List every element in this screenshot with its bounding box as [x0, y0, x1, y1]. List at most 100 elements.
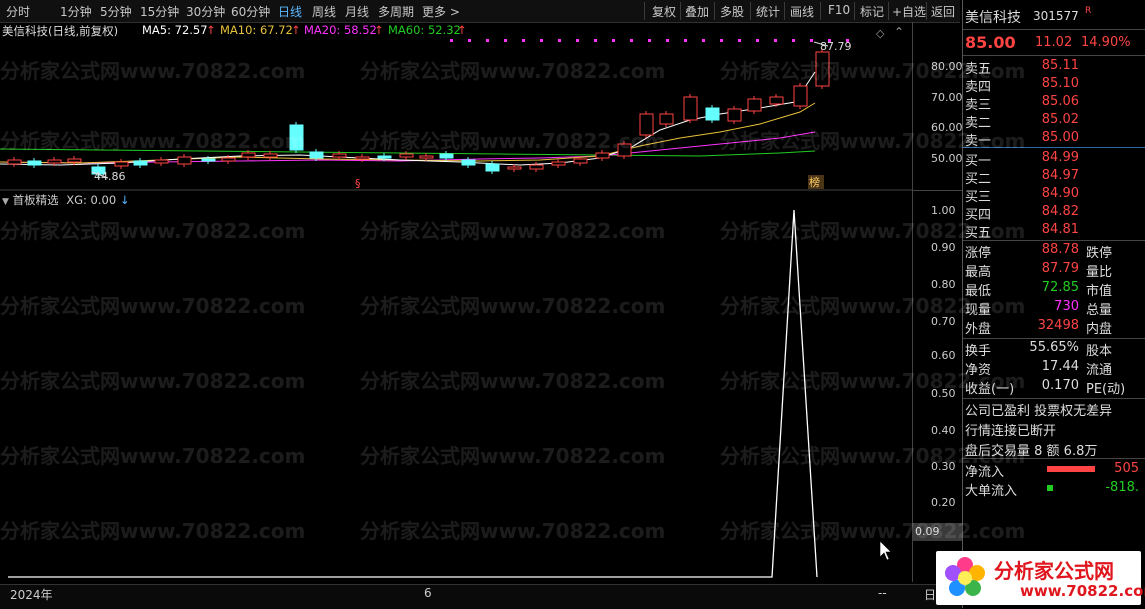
toolbar-divider — [714, 2, 715, 20]
candle-body — [769, 96, 784, 105]
candle-body — [439, 153, 454, 159]
ask-row[interactable]: 卖二 85.02 — [965, 112, 1141, 131]
candle-body — [7, 159, 22, 165]
fin-value: 55.65% — [1029, 340, 1079, 355]
flow-value: -818. — [1105, 480, 1139, 495]
bid-row[interactable]: 买五 84.81 — [965, 222, 1141, 241]
back-button[interactable]: 返回 — [931, 3, 955, 20]
ask-price: 85.06 — [1041, 94, 1079, 109]
last-price: 85.00 — [965, 33, 1016, 52]
ma10-arrow-icon: ↑ — [291, 23, 301, 37]
fin-row: 换手 55.65% 股本 — [965, 340, 1141, 359]
bid-price: 84.81 — [1041, 222, 1079, 237]
add-watchlist-button[interactable]: +自选 — [892, 3, 926, 20]
bid-row[interactable]: 买二 84.97 — [965, 168, 1141, 187]
flow-value: 505 — [1114, 461, 1139, 476]
chart-title: 美信科技(日线,前复权) — [2, 24, 119, 38]
scroll-dash[interactable]: -- — [878, 586, 887, 600]
bid-row[interactable]: 买一 84.99 — [965, 150, 1141, 169]
period-tab-fenshi[interactable]: 分时 — [6, 3, 30, 20]
f10-button[interactable]: F10 — [828, 3, 850, 17]
flow-bar — [1047, 466, 1095, 472]
bid-price: 84.99 — [1041, 150, 1079, 165]
quote-panel: 美信科技 301577 R 85.00 11.02 14.90% 卖五 85.11… — [962, 0, 1145, 608]
draw-line-button[interactable]: 画线 — [790, 3, 814, 20]
ask-row[interactable]: 卖四 85.10 — [965, 76, 1141, 95]
collapse-diamond-icon[interactable]: ◇ — [876, 27, 884, 40]
fin-value: 0.170 — [1041, 378, 1079, 393]
note-afterhours: 盘后交易量 8 额 6.8万 — [965, 444, 1098, 459]
fin-label-2: 流通 — [1086, 363, 1113, 378]
period-tab-daily[interactable]: 日线 — [278, 3, 302, 20]
price-change-pct: 14.90% — [1081, 35, 1131, 50]
bid-label: 买三 — [965, 190, 992, 205]
chevron-up-icon[interactable]: ⌃ — [894, 25, 904, 39]
candle-body — [639, 113, 654, 136]
ask-row[interactable]: 卖五 85.11 — [965, 58, 1141, 77]
event-marker-s: § — [355, 177, 361, 190]
toolbar-divider — [680, 2, 681, 20]
candle-body — [399, 153, 414, 158]
bid-row[interactable]: 买四 84.82 — [965, 204, 1141, 223]
period-tab-1min[interactable]: 1分钟 — [60, 3, 92, 20]
toolbar-divider — [644, 2, 645, 20]
dropdown-triangle-icon[interactable]: ▼ — [2, 197, 9, 207]
signal-dot — [792, 39, 795, 42]
period-tab-monthly[interactable]: 月线 — [345, 3, 369, 20]
ma20-line — [0, 131, 816, 164]
candle-body — [683, 96, 698, 121]
price-tick: 70.00 — [931, 91, 963, 104]
multi-stock-button[interactable]: 多股 — [720, 3, 744, 20]
toolbar-divider — [820, 2, 821, 20]
period-tab-60min[interactable]: 60分钟 — [231, 3, 270, 20]
chart-canvas[interactable]: 87.79 44.86 § 榜 — [0, 22, 912, 584]
stock-name: 美信科技 — [965, 10, 1021, 26]
stats-button[interactable]: 统计 — [756, 3, 780, 20]
xg-down-arrow-icon: ↓ — [119, 193, 130, 207]
mouse-cursor-icon — [879, 540, 892, 561]
current-indicator-value: 0.09 — [915, 525, 940, 538]
candle-body — [27, 160, 42, 166]
signal-dot — [522, 39, 525, 42]
ma5-arrow-icon: ↑ — [206, 23, 216, 37]
flow-label: 净流入 — [965, 465, 1005, 480]
ask-row[interactable]: 卖一 85.00 — [965, 130, 1141, 149]
period-tab-15min[interactable]: 15分钟 — [140, 3, 179, 20]
low-price-label: 44.86 — [94, 170, 126, 183]
period-tab-multi[interactable]: 多周期 — [378, 3, 414, 20]
ask-price: 85.00 — [1041, 130, 1079, 145]
fin-label: 净资 — [965, 363, 992, 378]
bid-row[interactable]: 买三 84.90 — [965, 186, 1141, 205]
period-tab-30min[interactable]: 30分钟 — [186, 3, 225, 20]
ask-label: 卖三 — [965, 98, 992, 113]
period-tab-5min[interactable]: 5分钟 — [100, 3, 132, 20]
ask-price: 85.02 — [1041, 112, 1079, 127]
mark-button[interactable]: 标记 — [860, 3, 884, 20]
period-tab-weekly[interactable]: 周线 — [312, 3, 336, 20]
stat-label-2: 市值 — [1086, 284, 1113, 299]
bid-label: 买二 — [965, 172, 992, 187]
stat-value: 72.85 — [1041, 280, 1079, 295]
indicator-tick: 0.70 — [931, 315, 956, 328]
high-price-label: 87.79 — [820, 40, 852, 53]
ma20-value: MA20: 58.52 — [304, 23, 377, 37]
candle-body — [355, 156, 370, 160]
stat-value: 32498 — [1037, 318, 1079, 333]
day-button[interactable]: 日 — [924, 586, 936, 603]
indicator-tick: 0.20 — [931, 496, 956, 509]
indicator-header: ▼ 首板精选 XG: 0.00 ↓ — [2, 192, 129, 208]
overlay-button[interactable]: 叠加 — [685, 3, 709, 20]
fin-row: 净资 17.44 流通 — [965, 359, 1141, 378]
ask-row[interactable]: 卖三 85.06 — [965, 94, 1141, 113]
signal-dot — [486, 39, 489, 42]
indicator-name[interactable]: 首板精选 — [13, 193, 59, 207]
year-label: 2024年 — [10, 588, 53, 602]
price-change: 11.02 — [1035, 35, 1073, 50]
candle-body — [67, 158, 82, 163]
adjust-button[interactable]: 复权 — [652, 3, 676, 20]
candle-body — [461, 159, 476, 166]
stat-label: 外盘 — [965, 322, 992, 337]
candle-body — [747, 98, 762, 112]
event-marker-bang: 榜 — [809, 175, 820, 189]
period-tab-more[interactable]: 更多 > — [422, 3, 460, 20]
